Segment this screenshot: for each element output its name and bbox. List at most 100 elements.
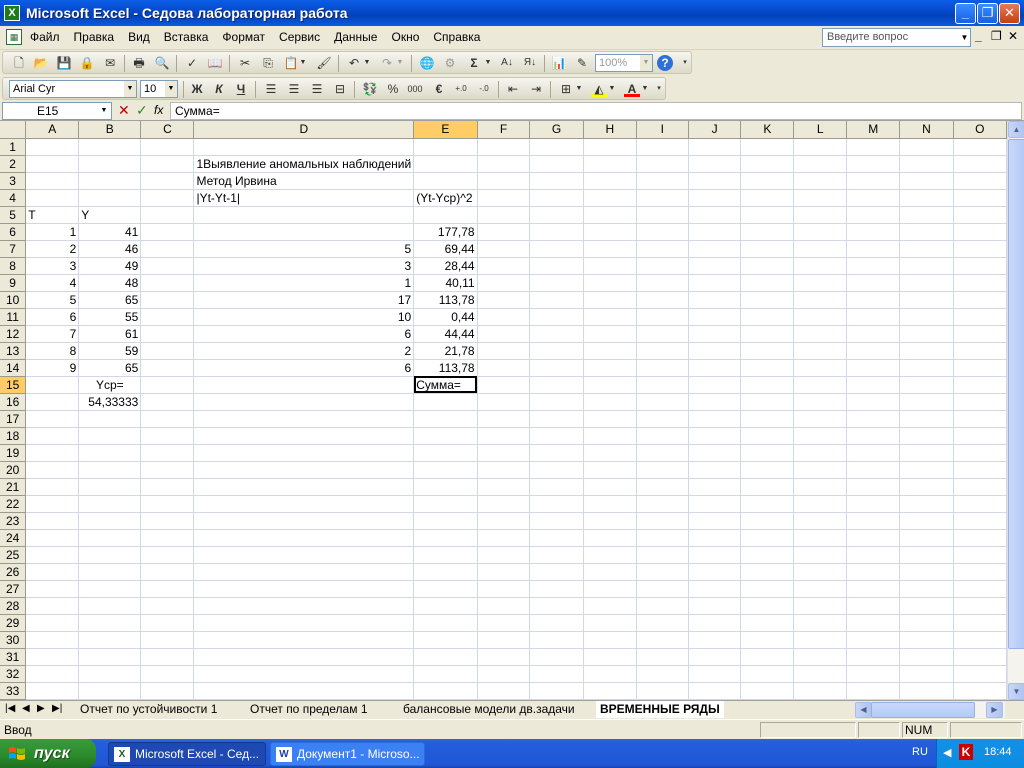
cell[interactable]	[740, 172, 795, 190]
cell[interactable]	[78, 563, 142, 581]
cell[interactable]	[583, 631, 637, 649]
cell[interactable]: 44,44	[413, 325, 478, 343]
cell[interactable]	[140, 614, 195, 632]
cell[interactable]	[193, 597, 415, 615]
workbook-minimize-button[interactable]: _	[975, 29, 982, 43]
column-header[interactable]: C	[140, 121, 195, 139]
cell[interactable]	[793, 648, 848, 666]
cell[interactable]	[413, 546, 478, 564]
cell[interactable]	[953, 393, 1007, 411]
cell[interactable]	[636, 682, 689, 700]
cell[interactable]	[899, 682, 954, 700]
cell[interactable]	[529, 410, 584, 428]
cell[interactable]	[793, 461, 848, 479]
cell[interactable]: 69,44	[413, 240, 478, 258]
cell[interactable]: 113,78	[413, 291, 478, 309]
cell[interactable]	[793, 427, 848, 445]
cell[interactable]: 10	[193, 308, 415, 326]
row-header[interactable]: 22	[0, 495, 27, 513]
align-right-icon[interactable]: ☰	[309, 81, 325, 97]
row-header[interactable]: 6	[0, 223, 27, 241]
cell[interactable]	[193, 206, 415, 224]
column-header[interactable]: H	[583, 121, 637, 139]
currency-icon[interactable]: 💱	[362, 81, 378, 97]
cell[interactable]	[740, 631, 795, 649]
cell[interactable]	[477, 461, 531, 479]
cell[interactable]	[25, 631, 80, 649]
cell[interactable]	[477, 665, 531, 683]
cell[interactable]: 8	[25, 342, 80, 360]
cell[interactable]	[899, 563, 954, 581]
cell[interactable]: 1	[25, 223, 80, 241]
font-size-dropdown-icon[interactable]: ▼	[165, 81, 177, 97]
cell[interactable]	[78, 478, 142, 496]
row-header[interactable]: 19	[0, 444, 27, 462]
cell[interactable]	[413, 444, 478, 462]
minimize-button[interactable]: _	[955, 3, 976, 24]
cell[interactable]	[688, 631, 742, 649]
menu-item[interactable]: Окно	[391, 30, 419, 44]
cell[interactable]	[477, 342, 531, 360]
cell[interactable]	[636, 257, 689, 275]
cell[interactable]	[688, 257, 742, 275]
cell[interactable]	[140, 155, 195, 173]
cell[interactable]	[636, 563, 689, 581]
cell[interactable]	[413, 529, 478, 547]
cell[interactable]	[899, 308, 954, 326]
cell[interactable]	[846, 512, 901, 530]
cell[interactable]	[583, 478, 637, 496]
cell[interactable]	[25, 376, 80, 394]
cell[interactable]	[140, 478, 195, 496]
sheet-tab-time-series[interactable]: ВРЕМЕННЫЕ РЯДЫ	[596, 701, 724, 718]
cell[interactable]	[688, 512, 742, 530]
cell[interactable]	[477, 393, 531, 411]
cell[interactable]	[740, 410, 795, 428]
cell[interactable]	[529, 393, 584, 411]
cell[interactable]	[529, 478, 584, 496]
cell[interactable]	[846, 614, 901, 632]
cell[interactable]	[477, 682, 531, 700]
cell[interactable]	[477, 223, 531, 241]
name-box[interactable]: E15 ▼	[2, 102, 112, 120]
cell[interactable]	[477, 512, 531, 530]
cell[interactable]	[953, 461, 1007, 479]
copy-icon[interactable]: ⎘	[260, 55, 276, 71]
cell[interactable]	[193, 546, 415, 564]
cell[interactable]	[193, 648, 415, 666]
cell[interactable]: 4	[25, 274, 80, 292]
cell[interactable]	[846, 546, 901, 564]
cell[interactable]: 3	[193, 257, 415, 275]
cell[interactable]	[477, 580, 531, 598]
chart-wizard-icon[interactable]: 📊	[551, 55, 567, 71]
cell[interactable]	[953, 665, 1007, 683]
cell[interactable]	[25, 546, 80, 564]
cell[interactable]	[740, 461, 795, 479]
row-header[interactable]: 2	[0, 155, 27, 173]
cell[interactable]	[193, 665, 415, 683]
cell[interactable]	[78, 614, 142, 632]
cell[interactable]	[793, 580, 848, 598]
row-header[interactable]: 24	[0, 529, 27, 547]
cell[interactable]	[583, 682, 637, 700]
row-header[interactable]: 33	[0, 682, 27, 700]
bold-button[interactable]: Ж	[189, 81, 205, 97]
cell[interactable]	[953, 308, 1007, 326]
save-icon[interactable]: 💾	[56, 55, 72, 71]
row-header[interactable]: 27	[0, 580, 27, 598]
euro-icon[interactable]: €	[431, 81, 447, 97]
cell[interactable]	[413, 393, 478, 411]
cell[interactable]	[953, 580, 1007, 598]
cell[interactable]: 65	[78, 291, 142, 309]
cell[interactable]	[846, 206, 901, 224]
cell[interactable]	[636, 359, 689, 377]
cell[interactable]	[846, 580, 901, 598]
cell[interactable]	[583, 342, 637, 360]
cell[interactable]	[477, 206, 531, 224]
cell[interactable]	[529, 444, 584, 462]
cell[interactable]	[740, 529, 795, 547]
vertical-scroll-thumb[interactable]	[1008, 139, 1024, 649]
cell[interactable]	[899, 172, 954, 190]
cell[interactable]	[688, 580, 742, 598]
cell[interactable]	[25, 682, 80, 700]
cell[interactable]	[529, 223, 584, 241]
